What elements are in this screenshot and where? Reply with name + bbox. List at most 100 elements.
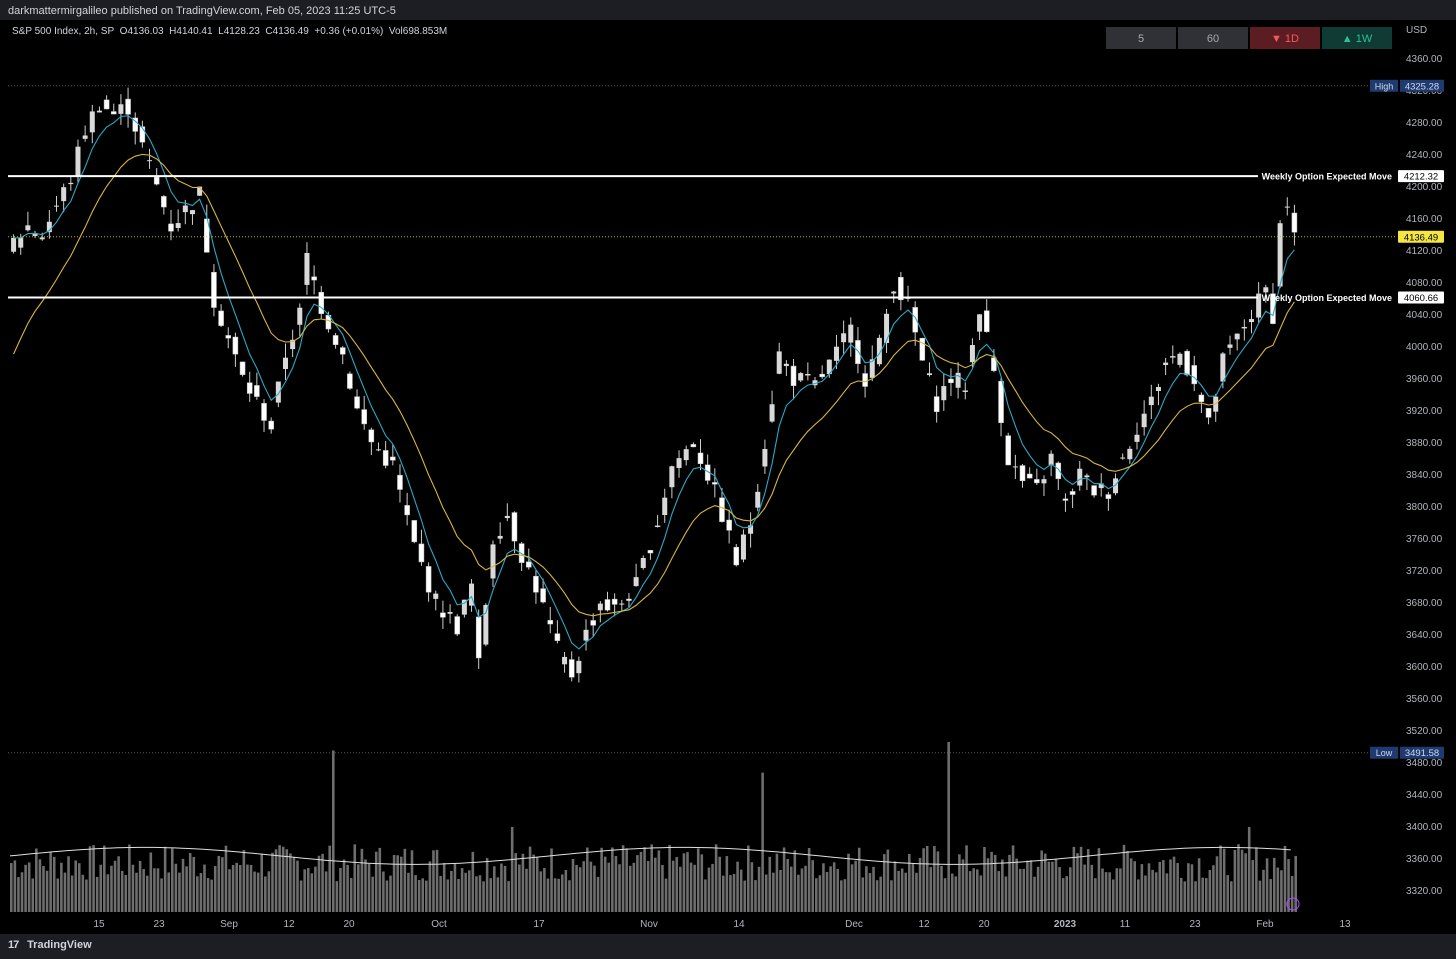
volume-bar xyxy=(568,880,571,912)
volume-bar xyxy=(904,872,908,912)
volume-bar xyxy=(518,864,521,912)
candle xyxy=(1198,394,1205,402)
x-tick-label: 11 xyxy=(1120,919,1131,930)
candle xyxy=(111,111,117,115)
volume-bar xyxy=(671,860,675,912)
candle xyxy=(1134,434,1140,442)
volume-bar xyxy=(675,857,679,912)
candle xyxy=(1234,333,1240,340)
volume-bar xyxy=(772,872,775,912)
volume-bar xyxy=(947,742,950,912)
candle xyxy=(61,187,67,202)
volume-bar xyxy=(847,853,850,912)
volume-bar xyxy=(954,876,958,912)
candle xyxy=(884,313,890,343)
volume-bar xyxy=(618,864,621,912)
volume-bar xyxy=(979,875,983,912)
volume-bar xyxy=(986,858,990,912)
volume-bar xyxy=(807,847,811,912)
volume-bar xyxy=(399,856,403,912)
timeframe-1d[interactable]: ▼ 1D xyxy=(1250,27,1320,49)
candle xyxy=(153,176,160,185)
volume-bar xyxy=(689,862,693,912)
volume-bar xyxy=(1197,858,1201,912)
candle xyxy=(68,182,74,185)
volume-bar xyxy=(1140,864,1144,912)
volume-bar xyxy=(775,853,779,912)
candle xyxy=(182,205,188,213)
volume-bar xyxy=(74,860,77,912)
volume-bar xyxy=(514,853,518,912)
timeframe-1w[interactable]: ▲ 1W xyxy=(1322,27,1392,49)
volume-bar xyxy=(1272,857,1276,912)
volume-bar xyxy=(217,855,221,912)
volume-bar xyxy=(332,750,335,912)
volume-bar xyxy=(557,878,560,912)
candle xyxy=(339,347,346,355)
volume-bar xyxy=(414,875,417,912)
candle xyxy=(1284,206,1290,208)
volume-bar xyxy=(822,863,825,912)
legend-symbol: S&P 500 Index, 2h, SP xyxy=(12,26,115,37)
volume-bar xyxy=(704,879,707,912)
volume-bar xyxy=(643,847,646,912)
volume-bar xyxy=(178,872,181,912)
volume-bar xyxy=(1072,846,1076,912)
volume-bar xyxy=(596,876,600,912)
volume-bar xyxy=(1011,845,1015,912)
y-tick-label: 4360.00 xyxy=(1406,54,1443,65)
volume-bar xyxy=(274,849,278,912)
candle xyxy=(583,629,589,641)
expected-move-price: 4060.66 xyxy=(1404,293,1438,304)
candle xyxy=(11,237,17,252)
candle xyxy=(297,307,303,325)
volume-bar xyxy=(228,869,231,912)
candle xyxy=(361,409,367,425)
volume-bar xyxy=(582,861,586,912)
candle xyxy=(554,633,561,641)
volume-bar xyxy=(249,864,253,912)
volume-bar xyxy=(646,861,650,912)
volume-bar xyxy=(106,874,110,912)
volume-bar xyxy=(747,845,750,912)
candle xyxy=(862,373,868,387)
volume-bar xyxy=(1058,867,1061,912)
candle xyxy=(147,160,153,162)
candle xyxy=(590,620,596,626)
timeframe-5[interactable]: 5 xyxy=(1106,27,1176,49)
price-chart[interactable]: 3320.00 3360.00 3400.00 3440.00 3480.00 3520.… xyxy=(0,0,1456,959)
candle xyxy=(669,466,675,488)
volume-bar xyxy=(840,880,843,912)
y-tick-label: 3440.00 xyxy=(1406,790,1443,801)
candle xyxy=(18,237,24,248)
x-tick-label: 20 xyxy=(978,919,990,930)
volume-bar xyxy=(314,866,317,912)
volume-bar xyxy=(242,850,246,912)
volume-bar xyxy=(81,874,85,912)
volume-bar xyxy=(532,854,535,912)
candle xyxy=(568,659,575,678)
candle xyxy=(311,276,317,281)
volume-bar xyxy=(203,864,206,912)
volume-bar xyxy=(196,876,199,912)
volume-bar xyxy=(593,865,596,912)
y-tick-label: 3400.00 xyxy=(1406,822,1443,833)
candle xyxy=(1012,466,1018,468)
volume-bar xyxy=(1204,878,1208,912)
volume-bar xyxy=(578,867,582,912)
volume-bar xyxy=(1255,847,1258,912)
volume-bar xyxy=(721,875,725,912)
candle xyxy=(719,497,725,522)
volume-bar xyxy=(103,845,106,912)
y-tick-label: 3680.00 xyxy=(1406,598,1443,609)
candle xyxy=(225,335,231,339)
candle xyxy=(1062,498,1069,501)
candle xyxy=(1227,344,1233,348)
y-tick-label: 3640.00 xyxy=(1406,630,1443,641)
timeframe-60[interactable]: 60 xyxy=(1178,27,1248,49)
candle xyxy=(125,98,131,115)
volume-bar xyxy=(1269,879,1272,912)
volume-bar xyxy=(450,870,453,912)
volume-bar xyxy=(485,858,489,912)
candle xyxy=(1026,473,1033,479)
